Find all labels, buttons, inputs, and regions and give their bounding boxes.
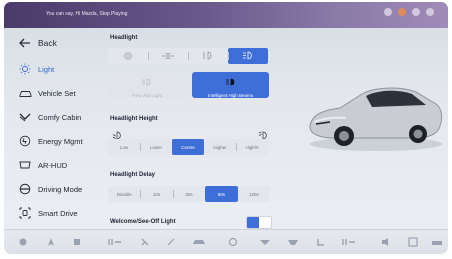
phone-icon[interactable]	[430, 235, 444, 249]
sidebar-item-label: Smart Drive	[38, 208, 78, 218]
sidebar-item-label: Energy Mgmt	[38, 136, 83, 146]
delay-option-10s[interactable]: 10s	[140, 186, 172, 202]
ac-temp-icon[interactable]	[108, 235, 122, 249]
heated-seat-icon[interactable]	[286, 235, 300, 249]
welcome-light-title: Welcome/See-Off Light	[110, 219, 176, 225]
headlight-mode-auto[interactable]	[228, 48, 268, 64]
delay-option-30s[interactable]: 30s	[172, 186, 205, 202]
headlight-title: Headlight	[110, 35, 138, 41]
sidebar-item-vehicle-set[interactable]: Vehicle Set	[4, 82, 100, 104]
delay-option-120s[interactable]: 120s	[238, 186, 270, 202]
vehicle-icon	[18, 86, 32, 100]
ac-temp-right-icon[interactable]	[342, 235, 356, 249]
settings-icon[interactable]	[426, 8, 434, 16]
settings-sidebar: Back Light Vehicle Set Comfy Cabin Energ	[4, 28, 100, 228]
hud-icon	[18, 158, 32, 172]
status-icons	[384, 8, 434, 16]
high-beam-icon	[225, 73, 237, 91]
height-option-low[interactable]: Low	[108, 139, 140, 155]
seat-icon	[18, 110, 32, 124]
light-settings-panel: Headlight Free Way Light Intelligent Hig…	[102, 28, 278, 233]
car-icon[interactable]	[192, 235, 206, 249]
welcome-light-toggle[interactable]	[246, 216, 272, 229]
headlight-mode-off[interactable]	[108, 48, 148, 64]
smart-drive-icon	[18, 206, 32, 220]
free-way-light-option[interactable]: Free Way Light	[108, 72, 186, 98]
navigation-icon[interactable]	[44, 235, 58, 249]
wifi-icon	[384, 8, 392, 16]
status-bar: You can say, Hi Mazda, Stop Playing	[4, 2, 448, 28]
headlight-delay-title: Headlight Delay	[110, 172, 156, 178]
light-icon	[18, 62, 32, 76]
back-button[interactable]: Back	[4, 32, 100, 54]
sidebar-item-label: Vehicle Set	[38, 88, 76, 98]
sidebar-item-light[interactable]: Light	[4, 58, 100, 80]
intelligent-high-beams-label: Intelligent High Beams	[207, 92, 254, 98]
sidebar-item-label: Driving Mode	[38, 184, 83, 194]
back-label: Back	[38, 38, 57, 48]
delay-option-disable[interactable]: Disable	[108, 186, 140, 202]
alert-icon	[398, 8, 406, 16]
low-beam-icon	[202, 51, 214, 61]
sidebar-item-driving-mode[interactable]: Driving Mode	[4, 178, 100, 200]
seat-heat-icon[interactable]	[164, 235, 178, 249]
auto-beam-icon	[242, 51, 254, 61]
headlight-height-indicators	[110, 127, 270, 140]
free-way-light-label: Free Way Light	[131, 92, 163, 98]
headlight-mode-low-beam[interactable]	[188, 48, 228, 64]
height-option-higher[interactable]: Higher	[204, 139, 236, 155]
intelligent-high-beams-option[interactable]: Intelligent High Beams	[192, 72, 269, 98]
headlight-mode-position[interactable]	[148, 48, 188, 64]
user-icon	[412, 8, 420, 16]
sidebar-item-comfy-cabin[interactable]: Comfy Cabin	[4, 106, 100, 128]
sidebar-item-label: AR-HUD	[38, 160, 68, 170]
position-light-icon	[161, 52, 175, 61]
defrost-front-icon[interactable]	[226, 235, 240, 249]
sidebar-item-label: Comfy Cabin	[38, 112, 82, 122]
headlight-mode-selector	[108, 48, 268, 64]
free-way-light-icon	[141, 73, 153, 91]
climate-dock	[4, 229, 448, 254]
steering-heat-icon[interactable]	[314, 235, 328, 249]
height-option-centre[interactable]: Centre	[172, 139, 204, 155]
delay-option-60s[interactable]: 60s	[205, 186, 238, 202]
volume-icon[interactable]	[380, 235, 394, 249]
fan-icon[interactable]	[138, 235, 152, 249]
media-icon[interactable]	[70, 235, 84, 249]
height-option-high0[interactable]: High/0	[236, 139, 268, 155]
headlight-height-selector: Low Lower Centre Higher High/0	[108, 139, 268, 155]
headlight-delay-selector: Disable 10s 30s 60s 120s	[108, 186, 270, 202]
sidebar-item-smart-drive[interactable]: Smart Drive	[4, 202, 100, 224]
steering-icon	[18, 182, 32, 196]
headlight-height-title: Headlight Height	[110, 116, 158, 122]
home-icon[interactable]	[16, 235, 30, 249]
height-option-lower[interactable]: Lower	[140, 139, 172, 155]
energy-icon	[18, 134, 32, 148]
sidebar-item-label: Light	[38, 64, 55, 74]
infotainment-screen: You can say, Hi Mazda, Stop Playing Back…	[4, 2, 448, 254]
sun-icon	[123, 51, 133, 62]
sidebar-item-ar-hud[interactable]: AR-HUD	[4, 154, 100, 176]
toggle-on-indicator	[247, 217, 259, 228]
back-arrow-icon	[18, 36, 32, 50]
car-image	[304, 74, 444, 154]
defrost-rear-icon[interactable]	[258, 235, 272, 249]
sidebar-item-energy-mgmt[interactable]: Energy Mgmt	[4, 130, 100, 152]
voice-hint: You can say, Hi Mazda, Stop Playing	[46, 11, 128, 17]
menu-icon[interactable]	[406, 235, 420, 249]
